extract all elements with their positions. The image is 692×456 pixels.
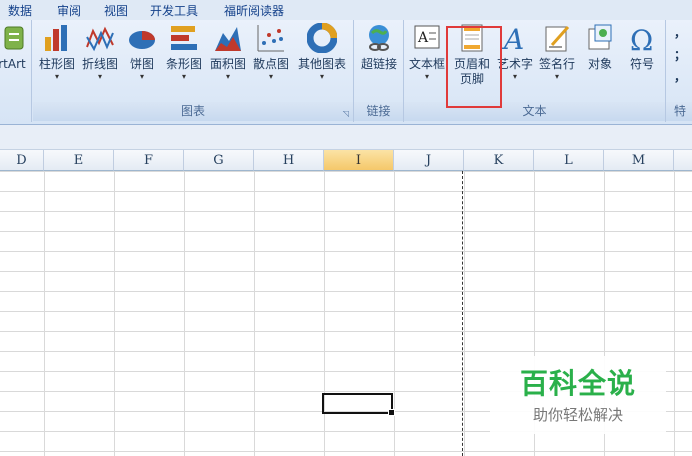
scatter-chart-dropdown-icon: ▾ bbox=[268, 72, 273, 81]
text-group-label: 文本 bbox=[404, 102, 665, 121]
wordart-icon: A bbox=[500, 23, 530, 56]
page-break-line bbox=[462, 171, 463, 456]
bar-chart-label: 条形图 bbox=[165, 57, 202, 71]
watermark-subtitle: 助你轻松解决 bbox=[532, 406, 623, 424]
column-chart-icon bbox=[42, 23, 72, 53]
column-chart-dropdown-icon: ▾ bbox=[54, 72, 59, 81]
line-chart-dropdown-icon: ▾ bbox=[97, 72, 102, 81]
selected-cell[interactable] bbox=[322, 393, 395, 416]
ribbon: rtArt 柱形图 ▾ 折线图 ▾ 饼图 ▾ 条形图 ▾ 面积图 ▾ 散点图 ▾… bbox=[0, 20, 692, 125]
bar-chart-dropdown-icon: ▾ bbox=[181, 72, 186, 81]
column-header-j[interactable]: J bbox=[394, 150, 464, 171]
symbol-label: 符号 bbox=[629, 57, 654, 71]
column-header-i[interactable]: I bbox=[324, 150, 394, 171]
area-chart-label: 面积图 bbox=[209, 57, 246, 71]
tab-data[interactable]: 数据 bbox=[8, 2, 32, 19]
ribbon-tab-bar: 数据 审阅 视图 开发工具 福昕阅读器 bbox=[0, 0, 692, 21]
column-header-h[interactable]: H bbox=[254, 150, 324, 171]
special-symbols-group: ， ； ， 特 bbox=[666, 20, 692, 122]
omega-symbol-icon: Ω bbox=[627, 23, 657, 57]
line-chart-button[interactable]: 折线图 ▾ bbox=[79, 23, 121, 81]
other-charts-dropdown-icon: ▾ bbox=[319, 72, 324, 81]
special-symbols-label: 特 bbox=[666, 102, 692, 121]
svg-text:Ω: Ω bbox=[630, 24, 653, 53]
bar-chart-button[interactable]: 条形图 ▾ bbox=[163, 23, 205, 81]
header-footer-highlight-box bbox=[446, 26, 502, 108]
column-header-d[interactable]: D bbox=[0, 150, 44, 171]
watermark-title: 百科全说 bbox=[519, 367, 636, 400]
smartart-label: rtArt bbox=[0, 57, 26, 71]
doughnut-chart-icon bbox=[306, 22, 338, 54]
link-group-label: 链接 bbox=[354, 102, 403, 121]
chart-group-label: 图表 bbox=[33, 102, 353, 121]
signature-line-icon bbox=[542, 23, 572, 53]
column-chart-button[interactable]: 柱形图 ▾ bbox=[37, 23, 77, 81]
smartart-icon bbox=[0, 23, 27, 53]
tab-developer[interactable]: 开发工具 bbox=[150, 2, 198, 19]
textbox-label: 文本框 bbox=[408, 57, 445, 71]
tab-view[interactable]: 视图 bbox=[104, 2, 128, 19]
column-chart-label: 柱形图 bbox=[38, 57, 75, 71]
text-group: A 文本框 ▾ 页眉和 页脚 A 艺术字 ▾ 签名行 ▾ 对象 Ω 符号 文本 bbox=[404, 20, 666, 122]
column-header-e[interactable]: E bbox=[44, 150, 114, 171]
signature-line-label: 签名行 bbox=[538, 57, 575, 71]
tab-foxit-reader[interactable]: 福昕阅读器 bbox=[224, 2, 284, 19]
textbox-dropdown-icon: ▾ bbox=[424, 72, 429, 81]
column-header-m[interactable]: M bbox=[604, 150, 674, 171]
line-chart-label: 折线图 bbox=[81, 57, 118, 71]
hyperlink-button[interactable]: 超链接 bbox=[356, 23, 402, 72]
signature-line-button[interactable]: 签名行 ▾ bbox=[536, 23, 578, 81]
comma-symbol-button[interactable]: ， bbox=[674, 24, 686, 41]
column-header-g[interactable]: G bbox=[184, 150, 254, 171]
formula-bar[interactable] bbox=[0, 125, 692, 150]
object-button[interactable]: 对象 bbox=[580, 23, 620, 72]
object-icon bbox=[585, 23, 615, 53]
symbol-button[interactable]: Ω 符号 bbox=[622, 23, 662, 72]
pie-chart-label: 饼图 bbox=[129, 57, 154, 71]
object-label: 对象 bbox=[587, 57, 612, 71]
link-group: 超链接 链接 bbox=[354, 20, 404, 122]
textbox-icon: A bbox=[412, 23, 442, 53]
bar-chart-icon bbox=[169, 23, 199, 53]
scatter-chart-icon bbox=[256, 23, 286, 53]
other-charts-label: 其他图表 bbox=[297, 57, 346, 71]
comma-symbol-button-2[interactable]: ， bbox=[674, 68, 686, 85]
hyperlink-label: 超链接 bbox=[360, 57, 397, 71]
area-chart-dropdown-icon: ▾ bbox=[225, 72, 230, 81]
textbox-button[interactable]: A 文本框 ▾ bbox=[406, 23, 448, 81]
scatter-chart-label: 散点图 bbox=[252, 57, 289, 71]
chart-group: 柱形图 ▾ 折线图 ▾ 饼图 ▾ 条形图 ▾ 面积图 ▾ 散点图 ▾ 其他图表 … bbox=[33, 20, 354, 122]
column-header-l[interactable]: L bbox=[534, 150, 604, 171]
svg-text:A: A bbox=[417, 30, 429, 46]
other-charts-button[interactable]: 其他图表 ▾ bbox=[294, 22, 350, 81]
illustrations-group: rtArt bbox=[0, 20, 32, 122]
pie-chart-button[interactable]: 饼图 ▾ bbox=[123, 23, 161, 81]
chart-group-launcher-icon[interactable]: ◹ bbox=[343, 109, 349, 118]
watermark-logo: 百科全说 助你轻松解决 bbox=[490, 356, 666, 434]
pie-chart-icon bbox=[127, 23, 157, 53]
smartart-button[interactable]: rtArt bbox=[0, 23, 32, 72]
column-header-f[interactable]: F bbox=[114, 150, 184, 171]
column-header-k[interactable]: K bbox=[464, 150, 534, 171]
area-chart-icon bbox=[213, 23, 243, 53]
tab-review[interactable]: 审阅 bbox=[57, 2, 81, 19]
semicolon-symbol-button[interactable]: ； bbox=[674, 46, 686, 63]
scatter-chart-button[interactable]: 散点图 ▾ bbox=[250, 23, 292, 81]
column-header-n-partial[interactable] bbox=[674, 150, 692, 171]
globe-link-icon bbox=[364, 23, 394, 53]
area-chart-button[interactable]: 面积图 ▾ bbox=[207, 23, 249, 81]
line-chart-icon bbox=[85, 23, 115, 53]
svg-text:A: A bbox=[501, 23, 524, 53]
signature-line-dropdown-icon: ▾ bbox=[554, 72, 559, 81]
pie-chart-dropdown-icon: ▾ bbox=[139, 72, 144, 81]
